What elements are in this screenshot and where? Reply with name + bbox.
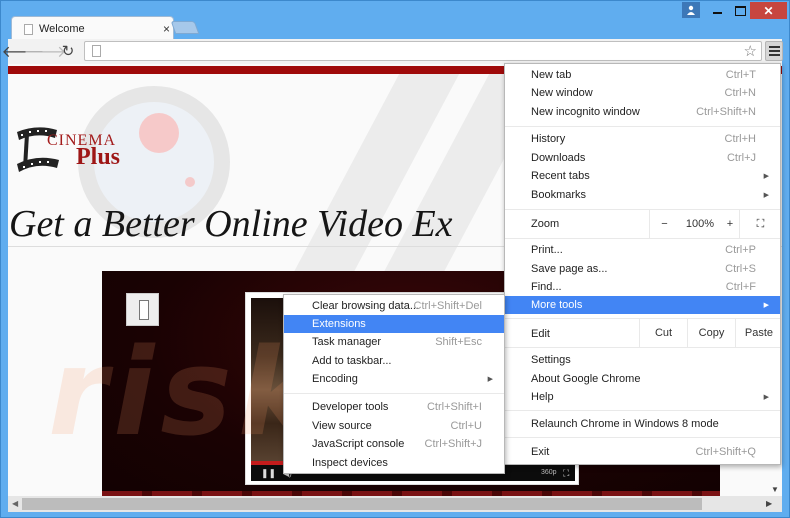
menu-item-new-incognito-window[interactable]: New incognito window Ctrl+Shift+N [505, 103, 780, 121]
submenu-item-extensions[interactable]: Extensions [284, 315, 504, 333]
submenu-item-view-source[interactable]: View source Ctrl+U [284, 417, 504, 435]
close-window-button[interactable]: ✕ [750, 2, 787, 19]
tab-close-icon[interactable]: × [163, 22, 170, 36]
zoom-label: Zoom [531, 218, 560, 230]
menu-item-new-window[interactable]: New window Ctrl+N [505, 84, 780, 102]
watermark-dot [185, 177, 195, 187]
address-bar[interactable]: ☆ [84, 41, 762, 61]
tab-title: Welcome [39, 23, 85, 35]
bookmark-star-icon[interactable]: ☆ [744, 42, 757, 60]
scroll-left-icon[interactable]: ◀ [12, 499, 18, 508]
menu-separator [505, 437, 780, 438]
user-icon [687, 5, 695, 15]
zoom-in-button[interactable]: + [721, 210, 739, 238]
menu-item-more-tools[interactable]: More tools ▶ [505, 296, 780, 314]
menu-item-relaunch-windows8[interactable]: Relaunch Chrome in Windows 8 mode [505, 415, 780, 433]
submenu-item-developer-tools[interactable]: Developer tools Ctrl+Shift+I [284, 398, 504, 416]
menu-item-about-chrome[interactable]: About Google Chrome [505, 370, 780, 388]
chevron-right-icon: ▶ [763, 302, 769, 309]
submenu-item-encoding[interactable]: Encoding ▶ [284, 370, 504, 388]
submenu-item-task-manager[interactable]: Task manager Shift+Esc [284, 333, 504, 351]
fullscreen-icon[interactable]: ⛶ [563, 468, 569, 479]
chevron-right-icon: ▶ [763, 192, 769, 199]
copy-button[interactable]: Copy [687, 319, 735, 347]
submenu-item-clear-browsing-data[interactable]: Clear browsing data... Ctrl+Shift+Del [284, 297, 504, 315]
chevron-right-icon: ▶ [763, 394, 769, 401]
fullscreen-button[interactable]: ⛶ [739, 210, 781, 238]
scroll-right-icon[interactable]: ▶ [766, 499, 772, 508]
cut-button[interactable]: Cut [639, 319, 687, 347]
scroll-down-icon[interactable]: ▼ [771, 485, 779, 494]
chevron-right-icon: ▶ [763, 173, 769, 180]
menu-separator [505, 126, 780, 127]
hamburger-icon [768, 46, 780, 48]
maximize-button[interactable] [730, 2, 750, 18]
quality-selector[interactable]: 360p [541, 469, 557, 476]
paste-button[interactable]: Paste [735, 319, 782, 347]
cinema-plus-logo[interactable]: CINEMA Plus [13, 122, 143, 178]
menu-item-recent-tabs[interactable]: Recent tabs ▶ [505, 167, 780, 185]
chevron-right-icon: ▶ [487, 376, 493, 383]
profile-button[interactable] [682, 2, 700, 18]
menu-item-save-page-as[interactable]: Save page as... Ctrl+S [505, 260, 780, 278]
zoom-row: Zoom − 100% + ⛶ [505, 209, 780, 239]
page-icon [92, 45, 101, 57]
edit-label: Edit [531, 328, 550, 340]
menu-separator [284, 393, 504, 394]
menu-item-print[interactable]: Print... Ctrl+P [505, 241, 780, 259]
submenu-item-inspect-devices[interactable]: Inspect devices [284, 454, 504, 472]
submenu-item-add-to-taskbar[interactable]: Add to taskbar... [284, 352, 504, 370]
pause-icon[interactable]: ❚❚ [261, 468, 276, 479]
tab-welcome[interactable]: Welcome × [11, 16, 174, 40]
new-tab-button[interactable] [170, 21, 200, 34]
page-icon [24, 23, 33, 35]
zoom-out-button[interactable]: − [649, 210, 679, 238]
menu-item-new-tab[interactable]: New tab Ctrl+T [505, 66, 780, 84]
menu-item-settings[interactable]: Settings [505, 351, 780, 369]
menu-item-downloads[interactable]: Downloads Ctrl+J [505, 149, 780, 167]
lights-toggle-button[interactable] [126, 293, 159, 326]
logo-text-plus: Plus [76, 144, 121, 170]
horizontal-scrollbar[interactable]: ◀ ▶ [8, 496, 782, 512]
scrollbar-thumb[interactable] [22, 498, 702, 510]
minimize-button[interactable] [708, 2, 728, 18]
reload-button[interactable]: ↻ [59, 42, 77, 60]
menu-item-help[interactable]: Help ▶ [505, 388, 780, 406]
zoom-level: 100% [685, 218, 715, 230]
menu-item-history[interactable]: History Ctrl+H [505, 130, 780, 148]
toolbar: 🡐 🡒 ↻ ☆ [2, 39, 783, 64]
page-headline: Get a Better Online Video Ex [9, 203, 453, 245]
chrome-menu: New tab Ctrl+T New window Ctrl+N New incog… [504, 63, 781, 465]
chrome-menu-button[interactable] [765, 41, 783, 61]
browser-window: ✕ Welcome × 🡐 🡒 ↻ ☆ CINEMA Plus Get a Be… [0, 0, 790, 518]
submenu-item-javascript-console[interactable]: JavaScript console Ctrl+Shift+J [284, 435, 504, 453]
menu-item-exit[interactable]: Exit Ctrl+Shift+Q [505, 443, 780, 461]
menu-item-bookmarks[interactable]: Bookmarks ▶ [505, 186, 780, 204]
forward-button[interactable]: 🡒 [24, 42, 67, 61]
edit-row: Edit Cut Copy Paste [505, 318, 780, 348]
menu-item-find[interactable]: Find... Ctrl+F [505, 278, 780, 296]
watermark-dot [139, 113, 179, 153]
menu-separator [505, 410, 780, 411]
more-tools-submenu: Clear browsing data... Ctrl+Shift+Del Ext… [283, 294, 505, 474]
